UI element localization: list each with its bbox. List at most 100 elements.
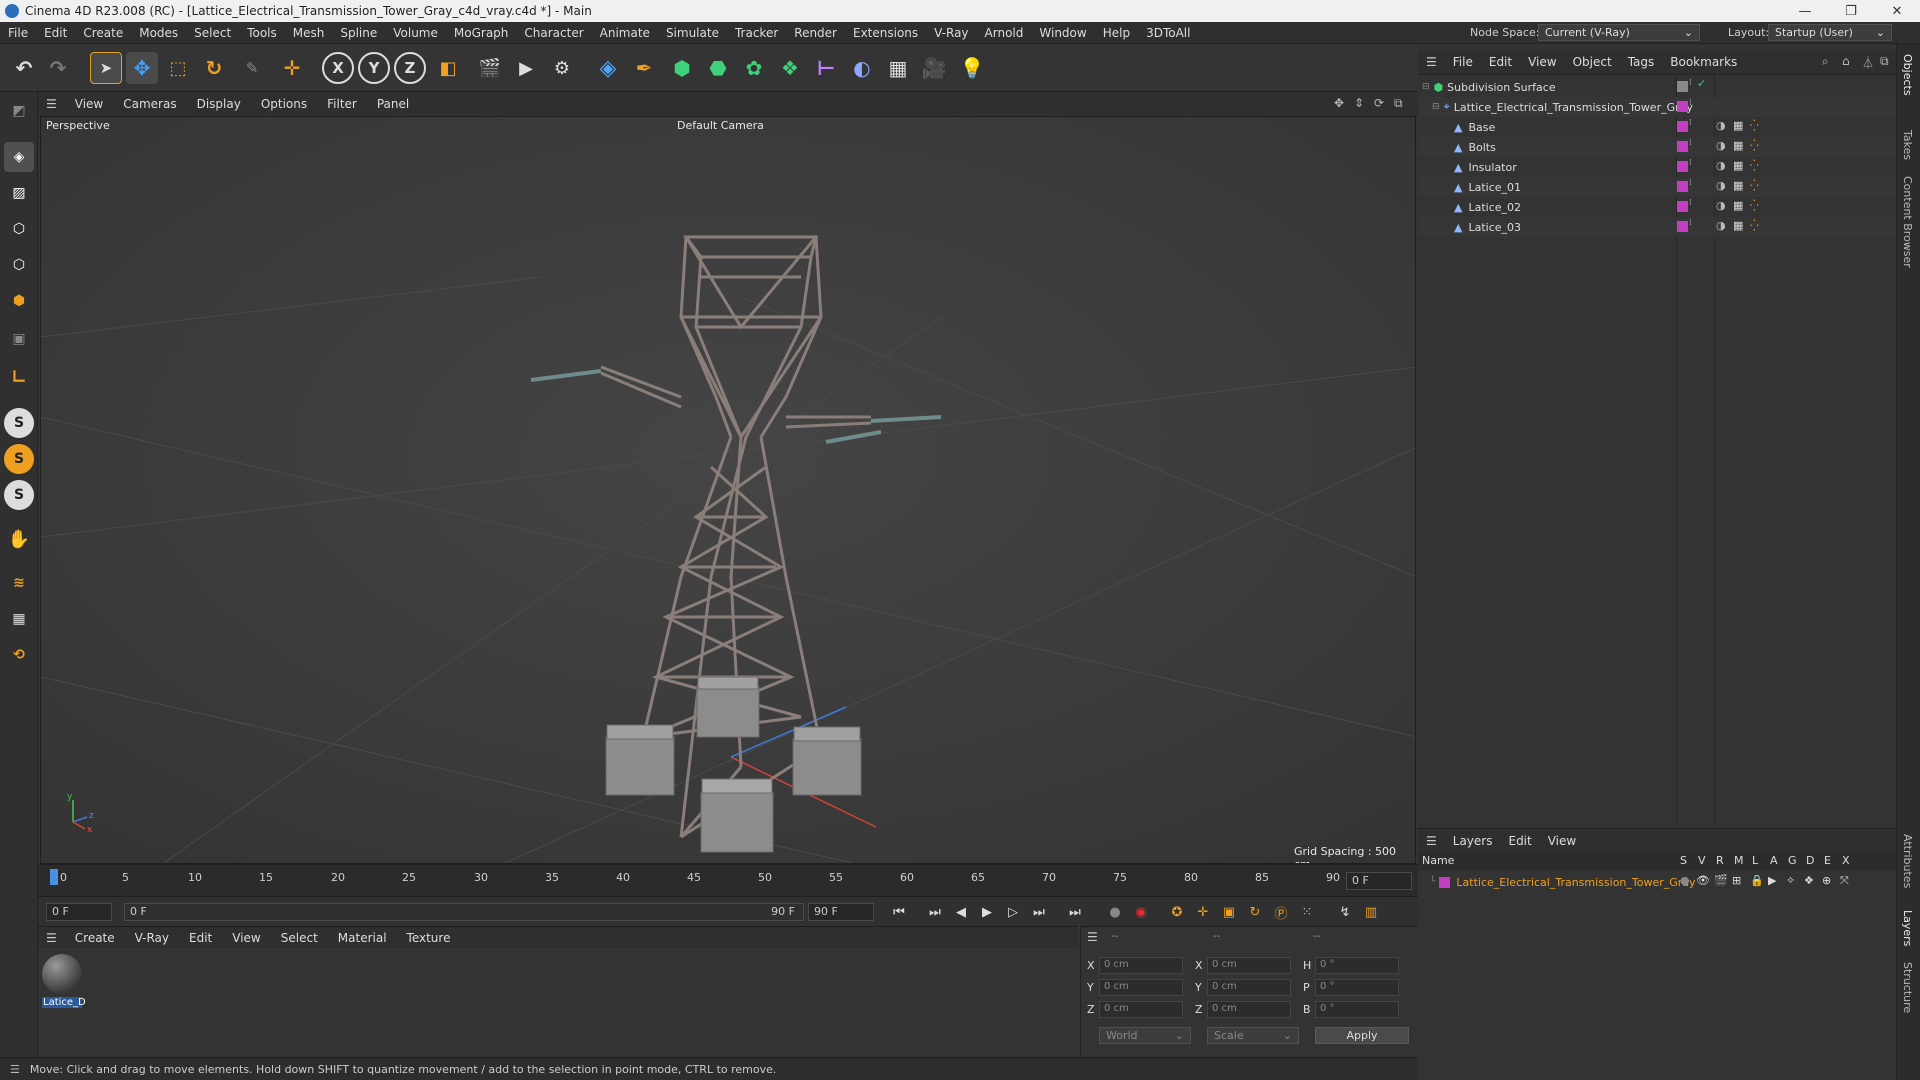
- light-icon[interactable]: 💡: [956, 52, 988, 84]
- floor-icon[interactable]: ▦: [882, 52, 914, 84]
- workplane-icon[interactable]: ∟: [4, 362, 34, 392]
- object-menu-bookmarks[interactable]: Bookmarks: [1662, 55, 1745, 69]
- max-frame-field[interactable]: 90 F: [808, 903, 874, 921]
- animation-toggle-icon[interactable]: ▶: [1768, 874, 1776, 887]
- tree-row-latice-03[interactable]: ▲ Latice_03 ⁞ ◑ ▦ ⁛: [1418, 217, 1896, 237]
- pos-y-field[interactable]: 0 cm: [1099, 979, 1183, 996]
- viewport-menu-filter[interactable]: Filter: [317, 97, 367, 111]
- menu-modes[interactable]: Modes: [131, 26, 186, 40]
- object-menu-object[interactable]: Object: [1565, 55, 1620, 69]
- object-menu-edit[interactable]: Edit: [1481, 55, 1520, 69]
- key-rotation-icon[interactable]: ↻: [1244, 901, 1266, 923]
- next-key-icon[interactable]: ⏭: [1028, 901, 1050, 923]
- tree-row-tower-null[interactable]: ⊟ ⌖ Lattice_Electrical_Transmission_Towe…: [1418, 97, 1896, 117]
- tab-structure[interactable]: Structure: [1901, 962, 1914, 1013]
- viewport-menu-view[interactable]: View: [65, 97, 113, 111]
- object-menu-file[interactable]: File: [1445, 55, 1481, 69]
- vray-material-tag-icon[interactable]: ◑: [1716, 159, 1726, 172]
- material-menu-texture[interactable]: Texture: [397, 931, 461, 945]
- visibility-dots-icon[interactable]: ⁞: [1689, 118, 1692, 128]
- pan-icon[interactable]: ✥: [1334, 96, 1344, 110]
- perspective-viewport[interactable]: Perspective Default Camera Grid Spacing …: [40, 116, 1416, 864]
- next-frame-icon[interactable]: ▷: [1002, 901, 1024, 923]
- render-column-header[interactable]: R: [1716, 854, 1724, 867]
- menu-render[interactable]: Render: [786, 26, 845, 40]
- autokey-icon[interactable]: ◉: [1130, 901, 1152, 923]
- vray-material-tag-icon[interactable]: ◑: [1716, 179, 1726, 192]
- key-selection-icon[interactable]: ✪: [1166, 901, 1188, 923]
- previous-frame-icon[interactable]: ◀: [950, 901, 972, 923]
- pos-z-field[interactable]: 0 cm: [1099, 1001, 1183, 1018]
- tree-row-latice-02[interactable]: ▲ Latice_02 ⁞ ◑ ▦ ⁛: [1418, 197, 1896, 217]
- layer-tag-icon[interactable]: [1677, 141, 1688, 152]
- deformers-column-header[interactable]: D: [1806, 854, 1814, 867]
- manager-column-header[interactable]: M: [1734, 854, 1744, 867]
- quantize-icon[interactable]: S: [4, 480, 34, 510]
- tab-takes[interactable]: Takes: [1901, 130, 1914, 160]
- layer-menu-layers[interactable]: Layers: [1445, 834, 1501, 848]
- layer-color-swatch[interactable]: [1439, 876, 1451, 888]
- hamburger-icon[interactable]: ☰: [1418, 55, 1445, 69]
- view-toggle-icon[interactable]: 👁: [1696, 874, 1710, 887]
- search-icon[interactable]: ⌕: [1822, 54, 1829, 69]
- edges-mode-icon[interactable]: ⬡: [4, 250, 34, 280]
- lock-workplane-icon[interactable]: ⟲: [4, 640, 34, 670]
- material-menu-view[interactable]: View: [222, 931, 270, 945]
- playhead[interactable]: [50, 869, 58, 885]
- phong-tag-icon[interactable]: ⁛: [1750, 199, 1759, 212]
- collapse-icon[interactable]: ⊟: [1432, 102, 1440, 112]
- orbit-icon[interactable]: ⟳: [1374, 96, 1384, 110]
- viewport-menu-options[interactable]: Options: [251, 97, 317, 111]
- snap-icon[interactable]: S: [4, 408, 34, 438]
- manager-toggle-icon[interactable]: ⊞: [1732, 874, 1741, 887]
- texture-tag-icon[interactable]: ▦: [1733, 159, 1743, 172]
- vray-material-tag-icon[interactable]: ◑: [1716, 139, 1726, 152]
- tab-layers[interactable]: Layers: [1901, 910, 1914, 946]
- apply-button[interactable]: Apply: [1315, 1027, 1409, 1044]
- layer-tag-icon[interactable]: [1677, 221, 1688, 232]
- close-button[interactable]: ✕: [1874, 0, 1920, 22]
- menu-mograph[interactable]: MoGraph: [446, 26, 517, 40]
- camera-label[interactable]: Default Camera: [677, 119, 764, 132]
- texture-tag-icon[interactable]: ▦: [1733, 219, 1743, 232]
- menu-simulate[interactable]: Simulate: [658, 26, 727, 40]
- make-editable-icon[interactable]: ◩: [4, 96, 34, 126]
- viewport-menu-cameras[interactable]: Cameras: [113, 97, 186, 111]
- timeline-end-field[interactable]: 0 F: [1346, 872, 1412, 890]
- render-toggle-icon[interactable]: 🎬: [1714, 874, 1728, 887]
- visibility-dots-icon[interactable]: ⁞: [1689, 98, 1692, 108]
- go-to-end-icon[interactable]: ⏭: [1064, 901, 1086, 923]
- menu-tools[interactable]: Tools: [239, 26, 285, 40]
- pos-x-field[interactable]: 0 cm: [1099, 957, 1183, 974]
- tweak-icon[interactable]: ✋: [4, 524, 34, 554]
- locked-column-header[interactable]: L: [1752, 854, 1758, 867]
- cloner-icon[interactable]: ✿: [738, 52, 770, 84]
- hamburger-icon[interactable]: ☰: [38, 931, 65, 945]
- layer-tag-icon[interactable]: [1677, 201, 1688, 212]
- menu-select[interactable]: Select: [186, 26, 239, 40]
- previous-key-icon[interactable]: ⏭: [924, 901, 946, 923]
- phong-tag-icon[interactable]: ⁛: [1750, 219, 1759, 232]
- tab-objects[interactable]: Objects: [1901, 54, 1914, 96]
- render-view-icon[interactable]: ▶: [510, 52, 542, 84]
- tab-attributes[interactable]: Attributes: [1901, 834, 1914, 888]
- move-icon[interactable]: ✥: [126, 52, 158, 84]
- solo-column-header[interactable]: S: [1680, 854, 1687, 867]
- record-keys-icon[interactable]: ●: [1104, 901, 1126, 923]
- texture-mode-icon[interactable]: ▨: [4, 178, 34, 208]
- recent-tool-icon[interactable]: ✎: [236, 52, 268, 84]
- world-coords-icon[interactable]: ◧: [432, 52, 464, 84]
- material-menu-select[interactable]: Select: [271, 931, 328, 945]
- menu-create[interactable]: Create: [75, 26, 131, 40]
- menu-animate[interactable]: Animate: [592, 26, 658, 40]
- phong-tag-icon[interactable]: ⁛: [1750, 119, 1759, 132]
- menu-vray[interactable]: V-Ray: [926, 26, 976, 40]
- solo-icon[interactable]: ≋: [4, 568, 34, 598]
- polygons-mode-icon[interactable]: ⬢: [4, 286, 34, 316]
- current-frame-field[interactable]: 0 F: [46, 903, 112, 921]
- y-axis-icon[interactable]: Y: [358, 52, 390, 84]
- render-settings-icon[interactable]: ⚙: [546, 52, 578, 84]
- node-space-select[interactable]: Current (V-Ray) ⌄: [1538, 24, 1700, 41]
- expressions-column-header[interactable]: E: [1824, 854, 1831, 867]
- menu-tracker[interactable]: Tracker: [727, 26, 786, 40]
